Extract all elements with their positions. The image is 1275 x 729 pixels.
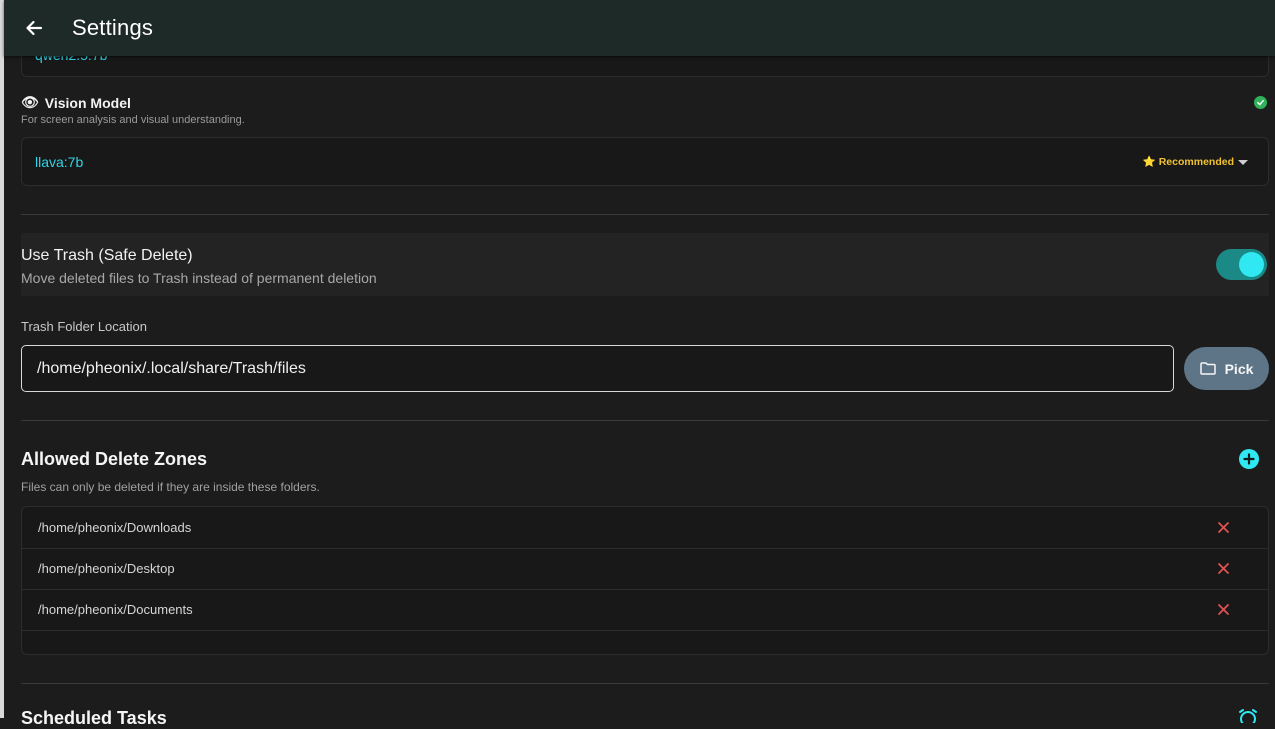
- recommended-label: Recommended: [1158, 155, 1234, 168]
- section-divider: [21, 420, 1269, 421]
- star-icon: ⭐: [1142, 156, 1156, 168]
- trash-folder-label: Trash Folder Location: [21, 319, 147, 334]
- page-title: Settings: [72, 15, 154, 40]
- section-divider: [21, 214, 1269, 215]
- settings-content[interactable]: qwen2.5:7b 👁 Vision Model For screen ana…: [4, 0, 1275, 728]
- check-circle-icon: [1254, 96, 1267, 109]
- use-trash-title: Use Trash (Safe Delete): [21, 247, 193, 264]
- dropdown-arrow-icon[interactable]: [1238, 160, 1248, 165]
- add-zone-button[interactable]: [1239, 449, 1259, 469]
- zone-path: /home/pheonix/Documents: [38, 602, 193, 617]
- zone-path: /home/pheonix/Desktop: [38, 561, 175, 576]
- trash-folder-input[interactable]: [21, 345, 1174, 392]
- close-icon[interactable]: [1216, 561, 1231, 576]
- pick-button-label: Pick: [1224, 360, 1254, 377]
- close-icon[interactable]: [1216, 602, 1231, 617]
- arrow-back-icon: [26, 20, 43, 36]
- vision-model-title: Vision Model: [44, 94, 131, 111]
- vision-model-heading: 👁 Vision Model: [21, 94, 131, 111]
- delete-zones-list: /home/pheonix/Downloads /home/pheonix/De…: [21, 506, 1269, 655]
- use-trash-toggle[interactable]: [1216, 249, 1267, 280]
- zone-path: /home/pheonix/Downloads: [38, 520, 192, 535]
- vision-model-subtitle: For screen analysis and visual understan…: [21, 114, 245, 126]
- list-item: /home/pheonix/Documents: [22, 589, 1268, 631]
- app-bar: Settings: [4, 0, 1275, 56]
- use-trash-setting[interactable]: Use Trash (Safe Delete) Move deleted fil…: [21, 233, 1269, 296]
- allowed-delete-zones-title: Allowed Delete Zones: [21, 449, 208, 469]
- folder-icon: [1199, 362, 1216, 375]
- list-item: /home/pheonix/Downloads: [22, 507, 1268, 549]
- vision-model-value: llava:7b: [35, 154, 84, 170]
- allowed-delete-zones-subtitle: Files can only be deleted if they are in…: [21, 480, 320, 494]
- plus-icon: [1243, 453, 1255, 465]
- back-button[interactable]: [6, 0, 62, 56]
- pick-folder-button[interactable]: Pick: [1184, 347, 1269, 390]
- toggle-knob: [1239, 252, 1264, 277]
- list-item: /home/pheonix/Desktop: [22, 548, 1268, 590]
- alarm-icon[interactable]: [1237, 709, 1259, 723]
- recommended-badge: ⭐ Recommended: [1142, 155, 1234, 169]
- section-divider: [21, 683, 1269, 684]
- close-icon[interactable]: [1216, 520, 1231, 535]
- vision-model-select[interactable]: llava:7b ⭐ Recommended: [21, 137, 1269, 186]
- eye-icon: 👁: [21, 94, 39, 110]
- use-trash-subtitle: Move deleted files to Trash instead of p…: [21, 270, 377, 286]
- scheduled-tasks-title: Scheduled Tasks: [21, 708, 167, 728]
